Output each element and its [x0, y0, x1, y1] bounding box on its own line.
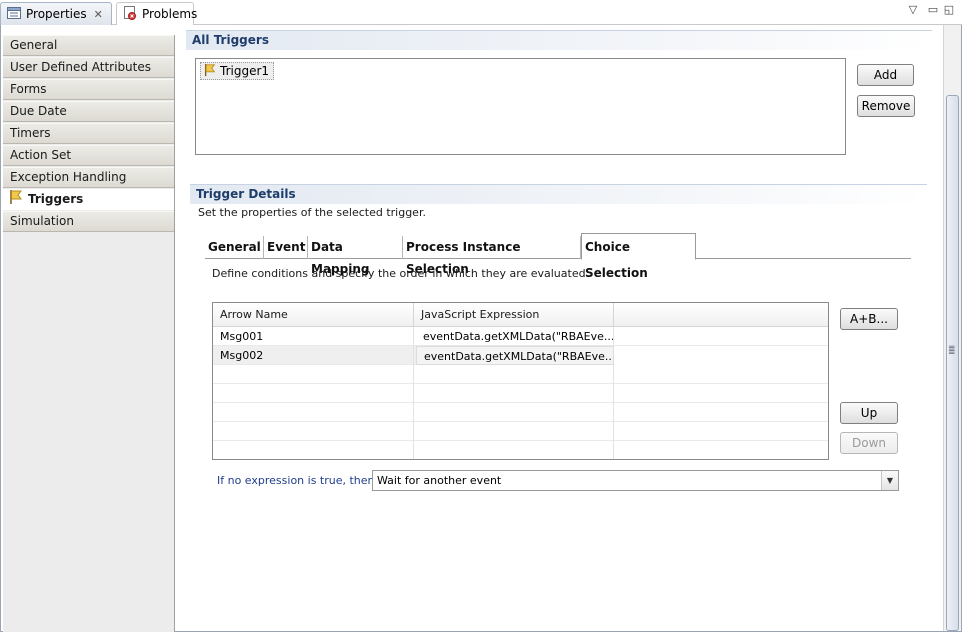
nav-item-due-date[interactable]: Due Date	[3, 101, 174, 122]
table-row-empty	[213, 365, 828, 384]
move-down-button[interactable]: Down	[840, 432, 898, 454]
nav-item-forms[interactable]: Forms	[3, 79, 174, 100]
nav-item-simulation[interactable]: Simulation	[3, 211, 174, 232]
column-header-arrow-name[interactable]: Arrow Name	[213, 303, 414, 327]
add-button[interactable]: Add	[857, 64, 914, 86]
nav-item-label: Timers	[10, 126, 51, 140]
nav-item-label: Triggers	[28, 192, 84, 206]
trigger-list-item-label: Trigger1	[220, 64, 270, 78]
table-row-empty	[213, 441, 828, 459]
chevron-down-icon[interactable]: ▼	[881, 471, 898, 490]
fallback-label: If no expression is true, then:	[217, 474, 379, 487]
tab-process-instance-selection[interactable]: Process Instance Selection	[403, 236, 581, 276]
vertical-scrollbar[interactable]: ═ ═ ═	[943, 25, 961, 631]
tab-properties[interactable]: Properties ✕	[0, 2, 112, 25]
trigger-flag-icon	[8, 189, 24, 211]
nav-item-exception-handling[interactable]: Exception Handling	[3, 167, 174, 188]
table-row-empty	[213, 403, 828, 422]
nav-item-label: Forms	[10, 82, 47, 96]
expression-cell[interactable]: eventData.getXMLData("RBAEve...	[416, 346, 614, 365]
arrow-name-cell[interactable]: Msg001	[213, 327, 414, 346]
tab-event[interactable]: Event	[264, 236, 308, 259]
trigger-details-header: Trigger Details	[190, 184, 927, 204]
column-header-javascript-expression[interactable]: JavaScript Expression	[414, 303, 614, 327]
tab-properties-label: Properties	[26, 7, 87, 21]
all-triggers-header: All Triggers	[186, 30, 932, 50]
tab-general[interactable]: General	[205, 236, 264, 259]
problems-icon	[123, 5, 137, 23]
trigger-details-description: Set the properties of the selected trigg…	[198, 206, 426, 219]
table-header: Arrow Name JavaScript Expression	[213, 303, 828, 327]
fallback-select-value: Wait for another event	[377, 474, 502, 487]
table-row[interactable]: Msg001 eventData.getXMLData("RBAEve...	[213, 327, 828, 346]
close-icon[interactable]: ✕	[94, 8, 103, 21]
maximize-icon[interactable]: ◱	[942, 3, 956, 16]
nav-item-timers[interactable]: Timers	[3, 123, 174, 144]
view-tab-bar: Properties ✕ Problems ▽ ▭ ◱	[0, 0, 962, 25]
table-row-empty	[213, 384, 828, 403]
triggers-list[interactable]: Trigger1	[195, 58, 846, 155]
scrollbar-grip-icon: ═ ═ ═	[949, 343, 955, 359]
nav-item-label: General	[10, 38, 58, 52]
tab-problems-label: Problems	[142, 7, 198, 21]
minimize-icon[interactable]: ▭	[926, 3, 940, 16]
table-row[interactable]: Msg002 eventData.getXMLData("RBAEve...	[213, 346, 828, 365]
remove-button[interactable]: Remove	[857, 95, 915, 117]
view-menu-icon[interactable]: ▽	[906, 3, 920, 16]
conditions-table[interactable]: Arrow Name JavaScript Expression Msg001 …	[212, 302, 829, 460]
trigger-flag-icon	[203, 63, 217, 80]
trigger-details-tabs: General Event Data Mapping Process Insta…	[205, 233, 911, 280]
tab-problems[interactable]: Problems	[116, 2, 198, 25]
tab-data-mapping[interactable]: Data Mapping	[308, 236, 403, 276]
fallback-select[interactable]: Wait for another event ▼	[372, 470, 899, 491]
blank-cell	[614, 346, 828, 365]
properties-nav: General User Defined Attributes Forms Du…	[3, 35, 175, 632]
nav-item-label: Exception Handling	[10, 170, 127, 184]
nav-item-label: Action Set	[10, 148, 72, 162]
nav-item-label: Due Date	[10, 104, 67, 118]
scrollbar-thumb[interactable]	[946, 95, 959, 631]
move-up-button[interactable]: Up	[840, 402, 898, 424]
nav-item-user-defined-attributes[interactable]: User Defined Attributes	[3, 57, 174, 78]
nav-item-triggers[interactable]: Triggers	[3, 189, 174, 210]
choice-instructions: Define conditions and specify the order …	[212, 267, 590, 280]
expression-cell[interactable]: eventData.getXMLData("RBAEve...	[414, 327, 614, 346]
arrow-name-cell[interactable]: Msg002	[213, 346, 414, 365]
properties-icon	[7, 6, 21, 22]
blank-cell	[614, 327, 828, 346]
tab-choice-selection[interactable]: Choice Selection	[581, 233, 696, 280]
nav-item-general[interactable]: General	[3, 35, 174, 56]
column-header-blank	[614, 303, 828, 327]
nav-item-label: User Defined Attributes	[10, 60, 152, 74]
table-row-empty	[213, 422, 828, 441]
trigger-list-item[interactable]: Trigger1	[200, 62, 275, 80]
nav-item-action-set[interactable]: Action Set	[3, 145, 174, 166]
expression-builder-button[interactable]: A+B...	[840, 308, 898, 330]
nav-item-label: Simulation	[10, 214, 74, 228]
